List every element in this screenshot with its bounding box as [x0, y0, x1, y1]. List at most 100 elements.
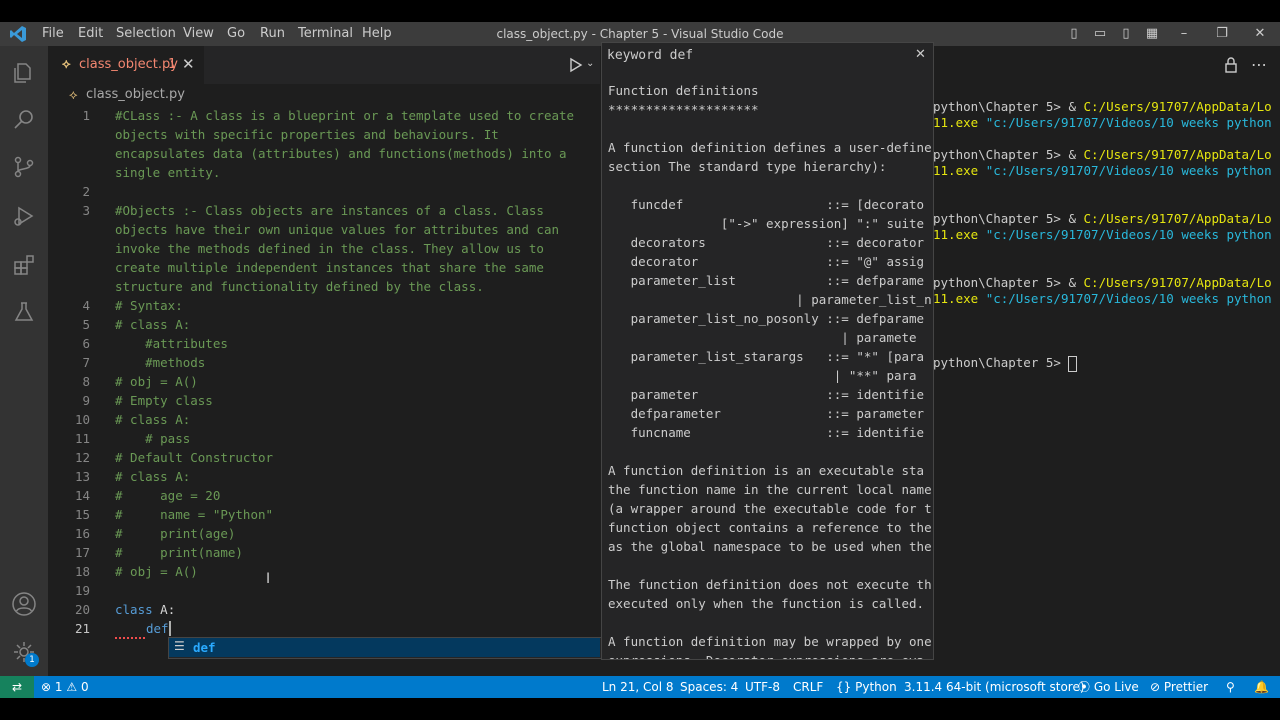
code-line: # Syntax: — [115, 298, 183, 313]
menu-run[interactable]: Run — [260, 22, 285, 46]
braces-icon: {} — [836, 680, 852, 694]
source-control-icon[interactable] — [0, 147, 48, 187]
line-number — [48, 239, 90, 258]
warning-count: 0 — [80, 680, 89, 694]
more-actions-icon[interactable]: ⋯ — [1251, 55, 1267, 74]
code-line: # print(age) — [115, 526, 236, 541]
toggle-secondary-sidebar-icon[interactable]: ▯ — [1118, 26, 1134, 42]
menu-terminal[interactable]: Terminal — [298, 22, 353, 46]
code-line: # obj = A() — [115, 374, 198, 389]
status-bar: ⇄ ⊗ 1 ⚠ 0 Ln 21, Col 8 Spaces: 4 UTF-8 C… — [0, 676, 1280, 698]
tab-label: class_object.py — [79, 57, 178, 72]
menu-file[interactable]: File — [42, 22, 64, 46]
run-python-file-icon[interactable] — [568, 56, 584, 74]
prettier-label: Prettier — [1163, 680, 1209, 694]
suggestion-item-def[interactable]: ☰ def — [169, 638, 600, 657]
toggle-primary-sidebar-icon[interactable]: ▯ — [1066, 26, 1082, 42]
hover-doc-line: (a wrapper around the executable code fo… — [608, 501, 932, 516]
tab-class-object-py[interactable]: ⟡ class_object.py 1 ✕ — [48, 46, 204, 84]
terminal-prompt: python\Chapter 5> — [933, 355, 1069, 370]
hover-doc-line: parameter ::= identifie — [608, 387, 925, 402]
line-number: 2 — [82, 184, 90, 199]
run-debug-icon[interactable] — [0, 196, 48, 236]
hover-doc-line: | paramete — [608, 330, 917, 345]
code-line: structure and functionality defined by t… — [115, 279, 484, 294]
problems-indicator[interactable]: ⊗ 1 ⚠ 0 — [41, 676, 89, 698]
search-icon[interactable] — [0, 100, 48, 140]
hover-doc-line: A function definition may be wrapped by … — [608, 634, 932, 649]
menu-selection[interactable]: Selection — [116, 22, 176, 46]
breadcrumb[interactable]: class_object.py — [86, 87, 185, 102]
remote-indicator-icon[interactable]: ⇄ — [0, 676, 34, 698]
hover-documentation-widget: keyword def ✕ Function definitions ******… — [601, 42, 934, 660]
explorer-icon[interactable] — [0, 53, 48, 93]
code-line: invoke the methods defined in the class.… — [115, 241, 544, 256]
run-options-chevron-icon[interactable]: ⌄ — [586, 58, 594, 69]
menu-go[interactable]: Go — [227, 22, 245, 46]
menu-view[interactable]: View — [183, 22, 214, 46]
settings-update-badge: 1 — [25, 653, 39, 667]
code-line-class-def: class A: — [115, 600, 175, 619]
hover-doc-line: funcname ::= identifie — [608, 425, 925, 440]
code-line: # Default Constructor — [115, 450, 274, 465]
restore-icon[interactable]: ❐ — [1214, 26, 1230, 42]
line-number — [48, 277, 90, 296]
accounts-icon[interactable] — [0, 584, 48, 624]
suggestion-label: def — [193, 640, 216, 655]
terminal-cursor — [1068, 356, 1077, 372]
lock-scroll-icon[interactable] — [1224, 57, 1238, 73]
code-line: # class A: — [115, 317, 191, 332]
terminal-prompt: python\Chapter 5> & — [933, 99, 1084, 114]
code-line: # class A: — [115, 412, 191, 427]
line-number — [48, 258, 90, 277]
terminal-command: 11.exe — [933, 115, 986, 130]
line-number: 15 — [74, 507, 90, 522]
customize-layout-icon[interactable]: ▦ — [1144, 26, 1160, 42]
hover-doc-line: | "**" para — [608, 368, 917, 383]
terminal-panel[interactable]: python\Chapter 5> & C:/Users/91707/AppDa… — [933, 46, 1280, 676]
terminal-command: 11.exe — [933, 291, 986, 306]
minimize-icon[interactable]: – — [1176, 26, 1192, 42]
menu-edit[interactable]: Edit — [78, 22, 103, 46]
terminal-line: python\Chapter 5> & C:/Users/91707/AppDa… — [933, 147, 1272, 163]
cursor-position[interactable]: Ln 21, Col 8 — [602, 676, 674, 698]
notifications-bell-icon[interactable]: 🔔 — [1254, 676, 1269, 698]
menu-help[interactable]: Help — [362, 22, 392, 46]
indentation[interactable]: Spaces: 4 — [680, 676, 738, 698]
close-window-icon[interactable]: ✕ — [1252, 26, 1268, 42]
python-interpreter[interactable]: 3.11.4 64-bit (microsoft store) — [904, 676, 1085, 698]
extensions-icon[interactable] — [0, 245, 48, 285]
line-number: 13 — [74, 469, 90, 484]
close-tab-icon[interactable]: ✕ — [182, 55, 195, 73]
line-number: 9 — [82, 393, 90, 408]
line-number: 6 — [82, 336, 90, 351]
go-live-button[interactable]: ⦿ Go Live — [1078, 676, 1139, 698]
code-line: create multiple independent instances th… — [115, 260, 544, 275]
prettier-button[interactable]: ⊘ Prettier — [1150, 676, 1208, 698]
code-line: # obj = A() — [115, 564, 198, 579]
line-number — [48, 163, 90, 182]
hover-doc-line: as the global namespace to be used when … — [608, 539, 932, 554]
line-number: 12 — [74, 450, 90, 465]
code-line: # print(name) — [115, 545, 243, 560]
hover-doc-line: Function definitions — [608, 83, 759, 98]
terminal-line: python\Chapter 5> — [933, 355, 1068, 371]
feedback-icon[interactable]: ⚲ — [1226, 676, 1235, 698]
line-number: 17 — [74, 545, 90, 560]
terminal-command: 11.exe — [933, 163, 986, 178]
code-line: single entity. — [115, 165, 221, 180]
code-line-current: def — [146, 621, 169, 636]
testing-icon[interactable] — [0, 292, 48, 332]
close-hover-icon[interactable]: ✕ — [915, 47, 926, 62]
toggle-panel-icon[interactable]: ▭ — [1092, 26, 1108, 42]
language-mode[interactable]: {} Python — [836, 676, 897, 698]
line-number — [48, 125, 90, 144]
terminal-command: C:/Users/91707/AppData/Lo — [1083, 147, 1272, 162]
end-of-line[interactable]: CRLF — [793, 676, 823, 698]
line-number: 3 — [82, 203, 90, 218]
manage-gear-icon[interactable] — [0, 632, 48, 672]
encoding[interactable]: UTF-8 — [745, 676, 780, 698]
line-number: 18 — [74, 564, 90, 579]
hover-doc-line: section The standard type hierarchy): — [608, 159, 887, 174]
line-number: 20 — [74, 602, 90, 617]
